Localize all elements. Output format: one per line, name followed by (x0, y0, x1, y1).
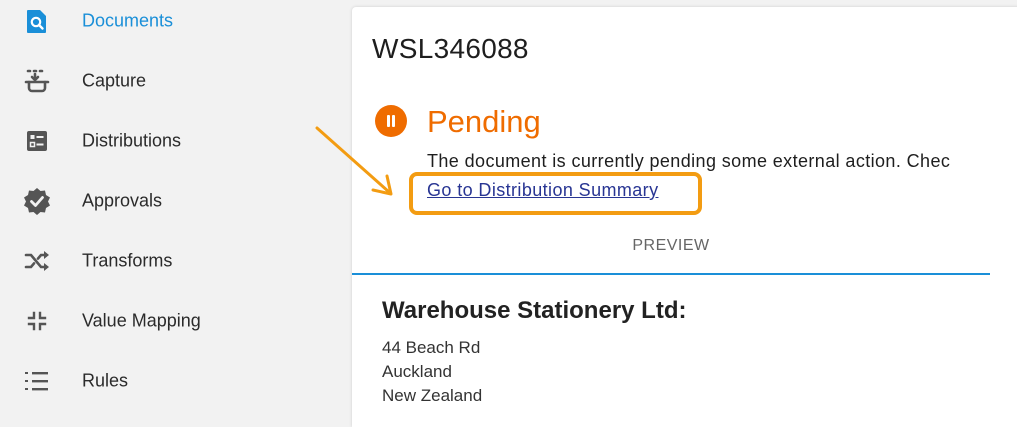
status-label: Pending (427, 104, 541, 139)
sidebar-item-capture[interactable]: Capture (0, 51, 352, 111)
address-line: Auckland (382, 362, 452, 381)
annotation-arrow-icon (315, 126, 393, 196)
sidebar-item-label: Documents (82, 10, 174, 31)
approval-badge-icon (23, 187, 51, 215)
status-message: The document is currently pending some e… (427, 151, 951, 171)
sidebar-item-approvals[interactable]: Approvals (0, 171, 352, 231)
sidebar-item-value-mapping[interactable]: Value Mapping (0, 291, 352, 351)
shuffle-icon (23, 247, 51, 275)
collapse-arrows-icon (23, 307, 51, 335)
sidebar-item-label: Transforms (82, 250, 173, 271)
document-detail-panel: WSL346088 Pending The document is curren… (352, 7, 1017, 427)
sidebar-item-label: Rules (82, 370, 129, 391)
sidebar-item-rules[interactable]: Rules (0, 351, 352, 411)
numbered-list-icon (23, 367, 51, 395)
sidebar-item-label: Capture (82, 70, 147, 91)
document-search-icon (23, 7, 51, 35)
page-title: WSL346088 (372, 33, 529, 64)
tab-preview[interactable]: PREVIEW (352, 227, 990, 273)
sidebar-item-documents[interactable]: Documents (0, 0, 352, 51)
sidebar-item-distributions[interactable]: Distributions (0, 111, 352, 171)
capture-tray-icon (23, 67, 51, 95)
annotation-highlight-box (409, 172, 702, 215)
tab-indicator (352, 273, 990, 275)
sidebar-item-transforms[interactable]: Transforms (0, 231, 352, 291)
company-name: Warehouse Stationery Ltd: (382, 297, 687, 324)
sidebar-item-label: Distributions (82, 130, 182, 151)
sidebar-item-label: Value Mapping (82, 310, 201, 331)
distributions-list-icon (23, 127, 51, 155)
address-line: 44 Beach Rd (382, 338, 481, 357)
sidebar-nav: Documents Capture Distributions Approval… (0, 0, 352, 415)
address-line: New Zealand (382, 386, 483, 405)
sidebar-item-label: Approvals (82, 190, 163, 211)
